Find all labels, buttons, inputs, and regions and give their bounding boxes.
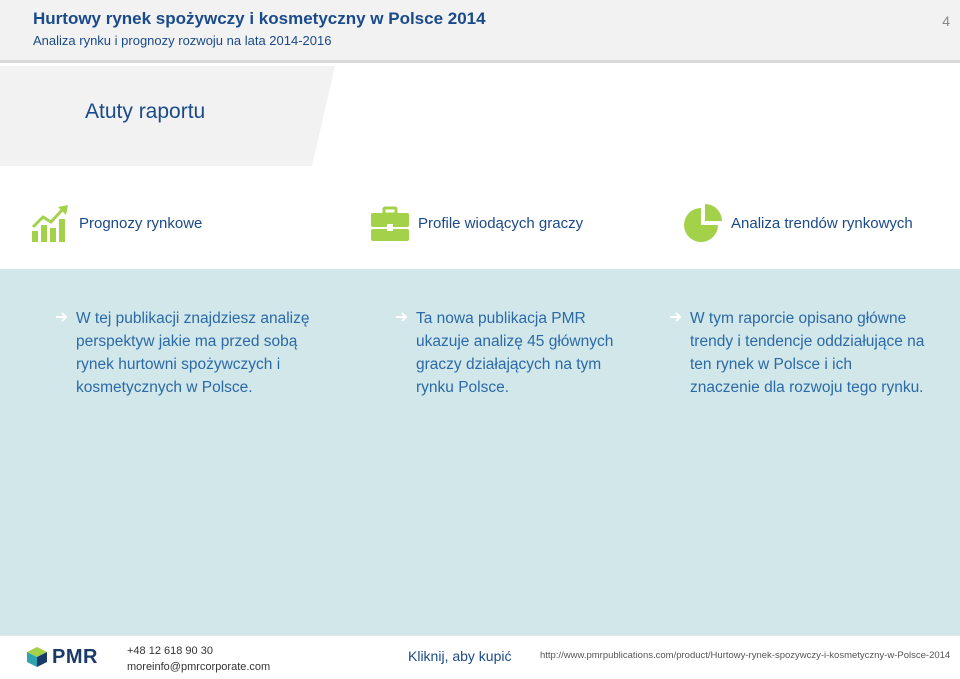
- feature-label: Profile wiodących graczy: [418, 214, 584, 232]
- footer: PMR +48 12 618 90 30 moreinfo@pmrcorpora…: [0, 635, 960, 679]
- column-text-line: perspektyw jakie ma przed sobą: [76, 333, 298, 350]
- column-text-line: graczy działających na tym: [416, 356, 602, 373]
- feature-leading-players: Profile wiodących graczy: [370, 200, 583, 246]
- section-title: Atuty raportu: [85, 100, 206, 123]
- column-2: Ta nowa publikacja PMR ukazuje analizę 4…: [396, 307, 614, 399]
- features-row: Prognozy rynkowe Profile wiodących gracz…: [0, 200, 960, 250]
- footer-divider: [0, 635, 960, 636]
- feature-label: Prognozy rynkowe: [79, 214, 203, 232]
- chart-growth-icon: [31, 205, 68, 242]
- page-number: 4: [942, 13, 950, 29]
- report-subtitle: Analiza rynku i prognozy rozwoju na lata…: [33, 33, 332, 48]
- header-divider: [0, 60, 960, 63]
- column-text-line: trendy i tendencje oddziałujące na: [690, 333, 925, 350]
- column-text-line: ukazuje analizę 45 głównych: [416, 333, 614, 350]
- briefcase-icon: [371, 206, 409, 241]
- column-3: W tym raporcie opisano główne trendy i t…: [670, 307, 925, 399]
- column-text-line: rynek hurtowni spożywczych i: [76, 356, 281, 373]
- column-text-line: rynku Polsce.: [416, 379, 510, 396]
- column-text-line: znaczenie dla rozwoju tego rynku.: [690, 379, 924, 396]
- arrow-right-icon: [56, 312, 68, 322]
- content-panel: W tej publikacji znajdziesz analizę pers…: [0, 269, 960, 635]
- column-1: W tej publikacji znajdziesz analizę pers…: [56, 307, 310, 399]
- arrow-right-icon: [670, 312, 682, 322]
- buy-link[interactable]: Kliknij, aby kupić: [408, 648, 512, 664]
- product-url-link[interactable]: http://www.pmrpublications.com/product/H…: [540, 650, 950, 661]
- phone-number: +48 12 618 90 30: [127, 645, 213, 657]
- logo-text: PMR: [52, 645, 98, 668]
- column-text-line: W tej publikacji znajdziesz analizę: [76, 310, 310, 327]
- column-text-line: W tym raporcie opisano główne: [690, 310, 907, 327]
- column-text-line: ten rynek w Polsce i ich: [690, 356, 852, 373]
- feature-label: Analiza trendów rynkowych: [731, 214, 913, 232]
- contact-info: +48 12 618 90 30 moreinfo@pmrcorporate.c…: [127, 643, 270, 675]
- report-title: Hurtowy rynek spożywczy i kosmetyczny w …: [33, 9, 486, 28]
- pie-chart-icon: [684, 204, 722, 242]
- feature-market-forecasts: Prognozy rynkowe: [31, 200, 202, 246]
- column-text-line: kosmetycznych w Polsce.: [76, 379, 253, 396]
- header: Hurtowy rynek spożywczy i kosmetyczny w …: [0, 0, 960, 60]
- cube-logo-icon: [27, 647, 47, 667]
- column-text-line: Ta nowa publikacja PMR: [416, 310, 586, 327]
- pmr-logo[interactable]: PMR: [26, 645, 98, 669]
- email-link[interactable]: moreinfo@pmrcorporate.com: [127, 659, 270, 675]
- feature-market-trends: Analiza trendów rynkowych: [683, 200, 913, 246]
- arrow-right-icon: [396, 312, 408, 322]
